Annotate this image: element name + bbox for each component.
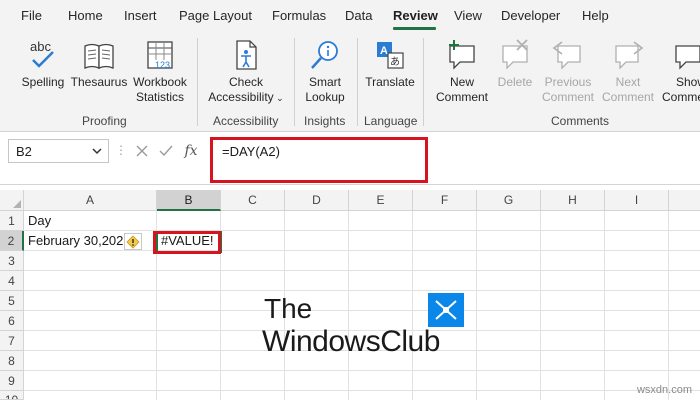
chevron-down-icon [92, 148, 102, 155]
delete-comment-icon [502, 39, 528, 70]
column-header-f[interactable]: F [413, 190, 477, 211]
svg-text:123: 123 [155, 60, 170, 70]
smart-lookup-icon [311, 41, 338, 69]
thesaurus-button[interactable]: Thesaurus [70, 38, 128, 90]
select-all-corner[interactable] [0, 190, 24, 211]
tab-help[interactable]: Help [582, 8, 609, 23]
more-dots-icon: ⋮ [115, 143, 127, 157]
next-comment-icon [615, 41, 644, 70]
tab-formulas[interactable]: Formulas [272, 8, 326, 23]
translate-icon: A あ [377, 42, 404, 69]
site-watermark: wsxdn.com [636, 384, 692, 396]
column-header-partial[interactable] [669, 190, 700, 211]
check-accessibility-icon [236, 40, 257, 70]
row-header-9[interactable]: 9 [0, 371, 24, 391]
show-comments-icon [675, 45, 700, 70]
highlight-box-cell [153, 231, 221, 254]
highlight-box-formula [210, 137, 428, 183]
cancel-icon[interactable] [132, 139, 152, 163]
row-header-4[interactable]: 4 [0, 271, 24, 291]
group-separator [423, 38, 424, 126]
spelling-button[interactable]: abc Spelling [16, 38, 70, 90]
windows-logo-icon [428, 293, 464, 327]
row-header-3[interactable]: 3 [0, 251, 24, 271]
check-accessibility-button[interactable]: Check Accessibility ⌄ [206, 38, 286, 106]
chevron-down-icon: ⌄ [273, 93, 284, 103]
row-header-10[interactable]: 10 [0, 391, 24, 400]
smart-lookup-button[interactable]: Smart Lookup [300, 38, 350, 105]
group-label-comments: Comments [551, 114, 610, 128]
thesaurus-icon [84, 43, 114, 69]
group-separator [294, 38, 295, 126]
delete-comment-button[interactable]: Delete [494, 38, 536, 90]
error-warning-icon[interactable] [124, 233, 142, 250]
column-header-c[interactable]: C [221, 190, 285, 211]
show-comments-button[interactable]: Show Comme [660, 38, 700, 105]
tab-view[interactable]: View [454, 8, 482, 23]
new-comment-button[interactable]: New Comment [432, 38, 492, 105]
active-tab-indicator [393, 27, 436, 30]
new-comment-icon [449, 40, 475, 70]
row-header-2[interactable]: 2 [0, 231, 24, 251]
next-comment-button[interactable]: Next Comment [598, 38, 658, 105]
group-label-accessibility: Accessibility [213, 114, 279, 128]
column-header-d[interactable]: D [285, 190, 349, 211]
spelling-icon: abc [30, 39, 54, 68]
ribbon-tab-bar: File Home Insert Page Layout Formulas Da… [0, 0, 700, 32]
translate-button[interactable]: A あ Translate [362, 38, 418, 90]
group-separator [197, 38, 198, 126]
row-header-7[interactable]: 7 [0, 331, 24, 351]
svg-text:abc: abc [30, 39, 51, 54]
group-label-insights: Insights [304, 114, 346, 128]
enter-check-icon[interactable] [156, 139, 176, 163]
svg-text:A: A [380, 45, 388, 57]
column-header-b[interactable]: B [157, 190, 221, 211]
watermark-line1: The [264, 293, 313, 324]
column-header-e[interactable]: E [349, 190, 413, 211]
column-header-i[interactable]: I [605, 190, 669, 211]
column-header-g[interactable]: G [477, 190, 541, 211]
previous-comment-button[interactable]: Previous Comment [538, 38, 598, 105]
cell-a2[interactable]: February 30,2021 [28, 231, 124, 251]
name-box[interactable]: B2 [8, 139, 109, 163]
group-label-proofing: Proofing [82, 114, 127, 128]
workbook-statistics-button[interactable]: 123 Workbook Statistics [130, 38, 190, 105]
group-label-language: Language [364, 114, 418, 128]
worksheet-grid: A B C D E F G H I 1 2 3 4 5 6 7 8 9 10 D… [0, 190, 700, 400]
group-separator [357, 38, 358, 126]
row-header-8[interactable]: 8 [0, 351, 24, 371]
tab-developer[interactable]: Developer [501, 8, 560, 23]
workbook-statistics-icon: 123 [147, 41, 173, 70]
cell-a1[interactable]: Day [28, 211, 154, 231]
row-header-1[interactable]: 1 [0, 211, 24, 231]
tab-file[interactable]: File [21, 8, 42, 23]
ribbon: abc Spelling Thesaurus 123 Workbook Stat… [0, 32, 700, 132]
previous-comment-icon [552, 41, 581, 70]
watermark-line2: WindowsClub [262, 325, 440, 358]
tab-insert[interactable]: Insert [124, 8, 157, 23]
insert-function-button[interactable]: fx [180, 139, 202, 163]
column-header-a[interactable]: A [24, 190, 157, 211]
row-header-5[interactable]: 5 [0, 291, 24, 311]
row-header-6[interactable]: 6 [0, 311, 24, 331]
svg-text:あ: あ [390, 56, 400, 68]
tab-data[interactable]: Data [345, 8, 372, 23]
tab-page-layout[interactable]: Page Layout [179, 8, 252, 23]
formula-buttons: fx [128, 139, 204, 163]
column-header-h[interactable]: H [541, 190, 605, 211]
tab-review[interactable]: Review [393, 8, 438, 23]
tab-home[interactable]: Home [68, 8, 103, 23]
